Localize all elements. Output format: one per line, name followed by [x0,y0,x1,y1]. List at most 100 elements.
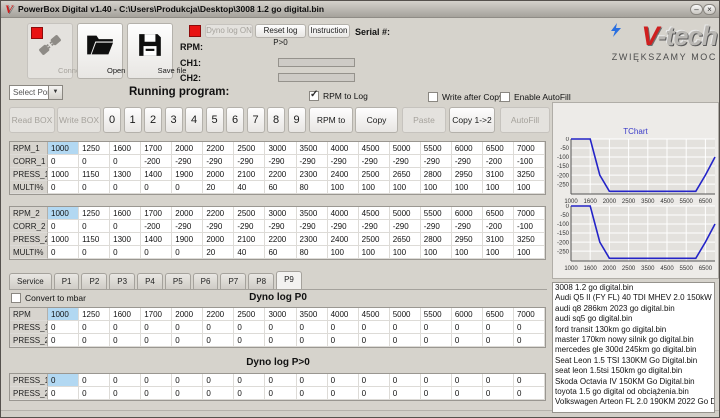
table-cell[interactable]: 2200 [203,308,235,321]
table-cell[interactable]: 4500 [358,207,390,220]
table-cell[interactable]: 2800 [420,233,452,246]
table-cell[interactable]: 7000 [513,207,545,220]
table-cell[interactable]: 0 [420,387,452,400]
table-cell[interactable]: 0 [358,334,390,347]
table-cell[interactable]: 40 [234,246,266,259]
table-cell[interactable]: 2100 [234,233,266,246]
table-cell[interactable]: 0 [389,374,421,387]
table-cell[interactable]: 100 [451,246,483,259]
table-cell[interactable]: 6000 [451,142,483,155]
file-list-item[interactable]: toyota 1.5 go digital od obciążenia.bin [553,387,714,397]
prog-button-9[interactable]: 9 [287,107,306,133]
table-cell[interactable]: 1300 [110,233,142,246]
rpm-to-log-checkbox[interactable]: ✓ RPM to Log [309,89,368,101]
table-cell[interactable]: 0 [141,246,173,259]
table-cell[interactable]: 2950 [451,233,483,246]
copy-1-to-2-button[interactable]: Copy 1->2 [449,107,495,133]
table-cell[interactable]: 2500 [234,308,266,321]
table-cell[interactable]: 2800 [420,168,452,181]
tab-p7[interactable]: P7 [220,273,247,289]
table-cell[interactable]: 0 [172,387,204,400]
table-cell[interactable]: 0 [141,321,173,334]
table-cell[interactable]: 5000 [389,308,421,321]
table-cell[interactable]: -290 [203,220,235,233]
tab-p1[interactable]: P1 [53,273,80,289]
table-cell[interactable]: -290 [234,155,266,168]
table-cell[interactable]: 0 [79,374,111,387]
table-cell[interactable]: 0 [327,321,359,334]
table-cell[interactable]: 2500 [358,168,390,181]
table-cell[interactable]: 0 [79,155,111,168]
table-cell[interactable]: 100 [389,181,421,194]
file-list-item[interactable]: Volkswagen Arteon FL 2.0 190KM 2022 Go D… [553,397,714,407]
table-cell[interactable]: 1000 [48,142,80,155]
tab-p9[interactable]: P9 [276,271,302,289]
table-cell[interactable]: 0 [79,334,111,347]
prog-button-7[interactable]: 7 [246,107,265,133]
table-cell[interactable]: 100 [420,246,452,259]
table-cell[interactable]: 5500 [420,308,452,321]
file-list-item[interactable]: master 170km nowy silnik go digital.bin [553,335,714,345]
table-cell[interactable]: -290 [172,155,204,168]
table-cell[interactable]: 20 [203,246,235,259]
table-cell[interactable]: 0 [420,334,452,347]
table-cell[interactable]: 0 [172,334,204,347]
file-list-item[interactable]: Seat Leon 1.5 TSI 130KM Go Digital.bin [553,356,714,366]
table-cell[interactable]: 2000 [203,168,235,181]
file-list-item[interactable]: ford transit 130km go digital.bin [553,325,714,335]
table-cell[interactable]: 100 [482,246,514,259]
prog-button-6[interactable]: 6 [226,107,244,133]
table-cell[interactable]: 3000 [265,142,297,155]
table-cell[interactable]: -290 [389,220,421,233]
table-cell[interactable]: 0 [265,334,297,347]
table-cell[interactable]: 1300 [110,168,142,181]
prog-button-5[interactable]: 5 [205,107,224,133]
table-cell[interactable]: 2200 [265,168,297,181]
table-cell[interactable]: 0 [296,374,328,387]
prog-button-3[interactable]: 3 [164,107,183,133]
dyno-log-on-button[interactable]: Dyno log ON [205,24,253,38]
table-cell[interactable]: 1900 [172,168,204,181]
table-cell[interactable]: 0 [513,374,545,387]
table-cell[interactable]: 0 [296,321,328,334]
table-cell[interactable]: 0 [79,321,111,334]
table-cell[interactable]: 0 [513,334,545,347]
table-cell[interactable]: 3500 [296,142,328,155]
table-cell[interactable]: 0 [389,334,421,347]
table-cell[interactable]: 3000 [265,308,297,321]
table-cell[interactable]: -290 [203,155,235,168]
table-cell[interactable]: -290 [358,220,390,233]
write-after-copy-checkbox[interactable]: Write after Copy [428,92,503,102]
table-cell[interactable]: 2400 [327,168,359,181]
table-cell[interactable]: 2300 [296,168,328,181]
table-cell[interactable]: 0 [48,246,80,259]
table-cell[interactable]: 0 [141,181,173,194]
table-cell[interactable]: 3250 [513,168,545,181]
table-cell[interactable]: 100 [420,181,452,194]
table-cell[interactable]: 6000 [451,308,483,321]
table-cell[interactable]: 0 [110,374,142,387]
tab-p5[interactable]: P5 [164,273,191,289]
table-cell[interactable]: 5000 [389,207,421,220]
table-cell[interactable]: 0 [234,334,266,347]
table-cell[interactable]: 6500 [482,142,514,155]
table-cell[interactable]: 1250 [79,142,111,155]
table-cell[interactable]: 0 [79,220,111,233]
table-cell[interactable]: 1000 [48,308,80,321]
enable-autofill-checkbox[interactable]: Enable AutoFill [500,92,571,102]
table-cell[interactable]: 0 [48,387,80,400]
table-cell[interactable]: -290 [358,155,390,168]
table-cell[interactable]: -100 [513,155,545,168]
table-cell[interactable]: 0 [420,374,452,387]
table-cell[interactable]: -290 [389,155,421,168]
close-button[interactable]: × [703,4,716,15]
reset-log-button[interactable]: Reset log P>0 [255,24,306,47]
table-cell[interactable]: 0 [48,334,80,347]
table-cell[interactable]: 1250 [79,207,111,220]
open-file-button[interactable]: Open file [77,23,137,79]
table-cell[interactable]: 0 [482,374,514,387]
table-cell[interactable]: 4000 [327,308,359,321]
table-cell[interactable]: 3100 [482,233,514,246]
table-cell[interactable]: 4000 [327,142,359,155]
table-cell[interactable]: 20 [203,181,235,194]
